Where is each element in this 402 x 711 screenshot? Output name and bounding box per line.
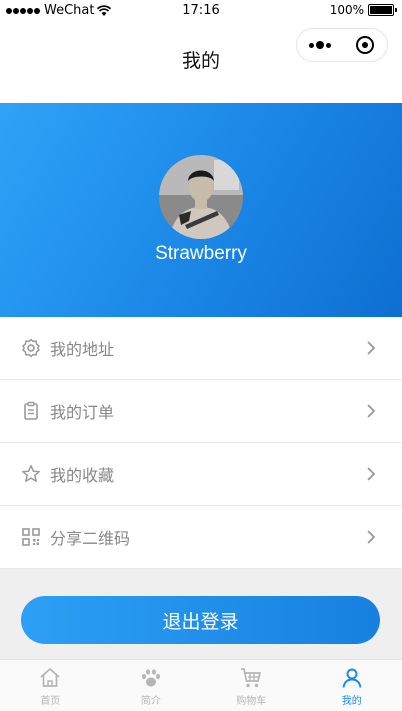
settings-gear-icon bbox=[21, 338, 41, 358]
tab-home[interactable]: 首页 bbox=[0, 660, 101, 711]
profile-header: Strawberry bbox=[0, 103, 402, 317]
menu-item-orders[interactable]: 我的订单 bbox=[0, 380, 402, 443]
user-icon bbox=[342, 668, 362, 688]
menu-item-share-qr[interactable]: 分享二维码 bbox=[0, 506, 402, 569]
chevron-right-icon bbox=[367, 404, 376, 418]
tab-mine[interactable]: 我的 bbox=[302, 660, 402, 711]
menu-item-label: 我的订单 bbox=[50, 403, 115, 422]
tab-intro[interactable]: 简介 bbox=[101, 660, 202, 711]
tab-label: 首页 bbox=[40, 696, 61, 707]
tab-label: 简介 bbox=[140, 696, 161, 707]
tab-cart[interactable]: 购物车 bbox=[201, 660, 302, 711]
more-options-button[interactable] bbox=[297, 29, 342, 61]
logout-button[interactable]: 退出登录 bbox=[21, 596, 380, 644]
battery-icon bbox=[368, 4, 397, 16]
cart-icon bbox=[241, 668, 262, 688]
more-dots-icon bbox=[308, 42, 314, 48]
star-icon bbox=[21, 464, 41, 484]
close-mini-program-button[interactable] bbox=[342, 29, 387, 61]
menu-list: 我的地址 我的订单 我的收藏 分享二维码 bbox=[0, 317, 402, 569]
menu-item-label: 我的收藏 bbox=[50, 466, 115, 485]
avatar-photo-icon bbox=[159, 155, 243, 239]
menu-item-label: 我的地址 bbox=[50, 340, 115, 359]
menu-item-favorites[interactable]: 我的收藏 bbox=[0, 443, 402, 506]
tab-label: 购物车 bbox=[236, 696, 267, 707]
menu-item-label: 分享二维码 bbox=[50, 529, 131, 548]
clipboard-icon bbox=[21, 401, 41, 421]
status-bar: WeChat 17:16 100% bbox=[0, 0, 402, 22]
tab-bar: 首页 简介 购物车 我的 bbox=[0, 659, 402, 711]
close-target-icon bbox=[355, 36, 374, 54]
mini-program-capsule bbox=[296, 28, 388, 62]
chevron-right-icon bbox=[367, 467, 376, 481]
battery-percent: 100% bbox=[329, 3, 364, 17]
paw-icon bbox=[141, 669, 160, 687]
nav-bar: 我的 bbox=[0, 22, 402, 102]
status-right: 100% bbox=[329, 3, 397, 17]
tab-label: 我的 bbox=[341, 696, 362, 707]
chevron-right-icon bbox=[367, 530, 376, 544]
home-icon bbox=[40, 667, 60, 687]
menu-item-address[interactable]: 我的地址 bbox=[0, 317, 402, 380]
chevron-right-icon bbox=[367, 341, 376, 355]
logout-section: 退出登录 bbox=[0, 569, 402, 659]
username: Strawberry bbox=[155, 243, 247, 264]
qr-code-icon bbox=[21, 527, 41, 547]
avatar[interactable] bbox=[159, 155, 243, 239]
